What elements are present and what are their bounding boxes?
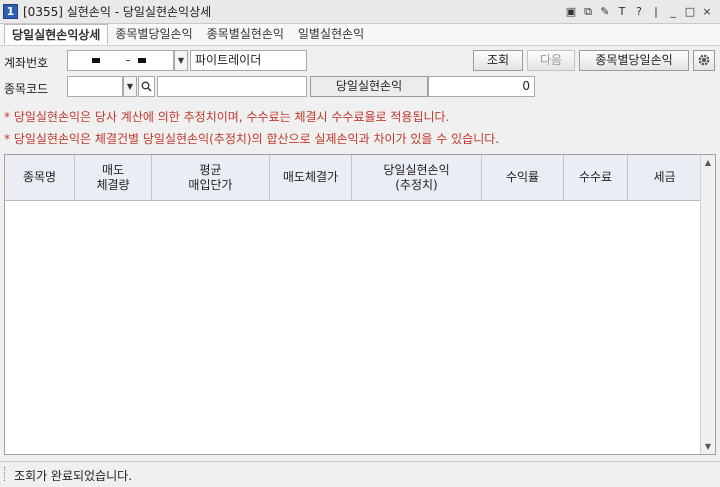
copy-window-icon[interactable]: ⧉ (581, 4, 595, 19)
masked-digits (92, 58, 100, 63)
col-daily-realized-pnl[interactable]: 당일실현손익 (추정치) (352, 155, 482, 200)
account-name-field: 파이트레이더 (190, 50, 307, 71)
account-row: 계좌번호 - ▼ 파이트레이더 조회 다음 종목별당일손익 (0, 50, 720, 72)
status-bar: 조회가 완료되었습니다. (0, 461, 720, 487)
link-icon[interactable]: ▣ (564, 4, 578, 19)
notice-difference: * 당일실현손익은 체결건별 당일실현손익(추정치)의 합산으로 실제손익과 차… (4, 132, 500, 146)
close-icon[interactable]: × (700, 4, 714, 19)
vertical-scrollbar[interactable]: ▲ ▼ (700, 155, 715, 454)
search-button[interactable]: 조회 (473, 50, 523, 71)
title-bar: 1 [0355] 실현손익 - 당일실현손익상세 ▣ ⧉ ✎ T ? | _ □… (0, 0, 720, 24)
help-icon[interactable]: ? (632, 4, 646, 19)
stock-code-input[interactable] (67, 76, 123, 97)
status-message: 조회가 완료되었습니다. (14, 469, 133, 483)
stock-daily-pnl-button[interactable]: 종목별당일손익 (579, 50, 689, 71)
tab-stock-daily-pnl[interactable]: 종목별당일손익 (108, 24, 199, 45)
realized-pnl-table: 종목명 매도 체결량 평균 매입단가 매도체결가 당일실현손익 (추정치) 수익… (4, 154, 716, 455)
search-icon (141, 81, 152, 92)
settings-button[interactable] (693, 50, 715, 71)
stock-code-row: 종목코드 ▼ 당일실현손익 0 (0, 76, 720, 98)
col-stock-name[interactable]: 종목명 (5, 155, 75, 200)
next-button[interactable]: 다음 (527, 50, 575, 71)
tab-daily-realized-pnl[interactable]: 일별실현손익 (291, 24, 371, 45)
maximize-icon[interactable]: □ (683, 4, 697, 19)
minimize-icon[interactable]: _ (666, 4, 680, 19)
window-controls: ▣ ⧉ ✎ T ? | _ □ × (564, 4, 714, 19)
scroll-up-icon[interactable]: ▲ (701, 155, 715, 170)
account-dropdown-arrow[interactable]: ▼ (174, 50, 188, 71)
gear-icon (698, 54, 710, 66)
notice-estimate: * 당일실현손익은 당사 계산에 의한 추정치이며, 수수료는 체결시 수수료율… (4, 110, 450, 124)
col-commission[interactable]: 수수료 (564, 155, 628, 200)
col-tax[interactable]: 세금 (628, 155, 701, 200)
account-label: 계좌번호 (4, 56, 49, 70)
edit-icon[interactable]: ✎ (598, 4, 612, 19)
table-header: 종목명 매도 체결량 평균 매입단가 매도체결가 당일실현손익 (추정치) 수익… (5, 155, 701, 201)
tab-bar: 당일실현손익상세 종목별당일손익 종목별실현손익 일별실현손익 (0, 24, 720, 46)
tab-daily-realized-detail[interactable]: 당일실현손익상세 (4, 24, 109, 45)
status-grip (4, 467, 6, 481)
window-badge[interactable]: 1 (3, 4, 18, 19)
realized-pnl-value: 0 (428, 76, 535, 97)
stock-search-button[interactable] (138, 76, 155, 97)
font-icon[interactable]: T (615, 4, 629, 19)
col-avg-buy-price[interactable]: 평균 매입단가 (152, 155, 270, 200)
stock-code-dropdown-arrow[interactable]: ▼ (123, 76, 137, 97)
masked-digits (138, 58, 147, 63)
col-sell-price[interactable]: 매도체결가 (270, 155, 352, 200)
stock-code-label: 종목코드 (4, 82, 49, 96)
col-sell-quantity[interactable]: 매도 체결량 (75, 155, 152, 200)
window-title: [0355] 실현손익 - 당일실현손익상세 (23, 5, 212, 19)
realized-pnl-label: 당일실현손익 (310, 76, 428, 97)
account-select[interactable]: - (67, 50, 174, 71)
separator: | (654, 5, 658, 18)
scroll-down-icon[interactable]: ▼ (701, 439, 715, 454)
stock-name-field (157, 76, 307, 97)
col-return-rate[interactable]: 수익률 (482, 155, 564, 200)
tab-stock-realized-pnl[interactable]: 종목별실현손익 (200, 24, 291, 45)
account-value: - (126, 53, 131, 67)
